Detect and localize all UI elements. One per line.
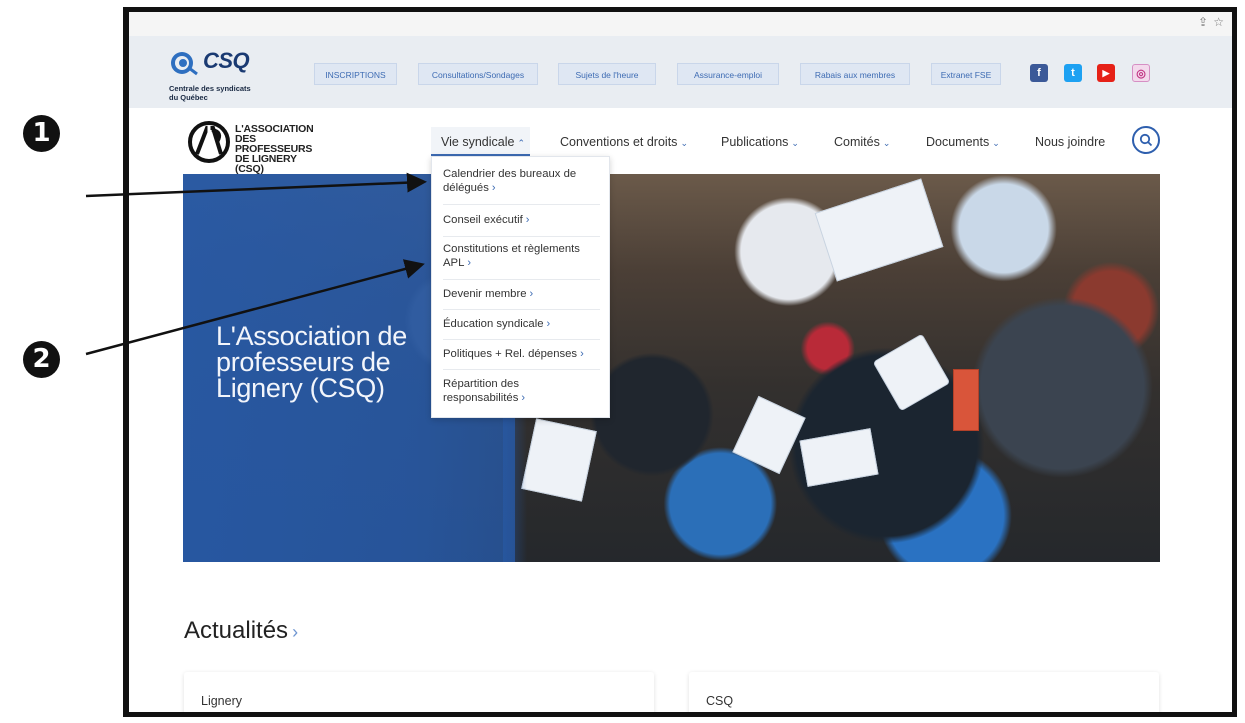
annotation-arrow-1 [85,172,427,198]
annotation-arrow-2 [85,259,425,356]
annotation-arrows [85,172,427,356]
